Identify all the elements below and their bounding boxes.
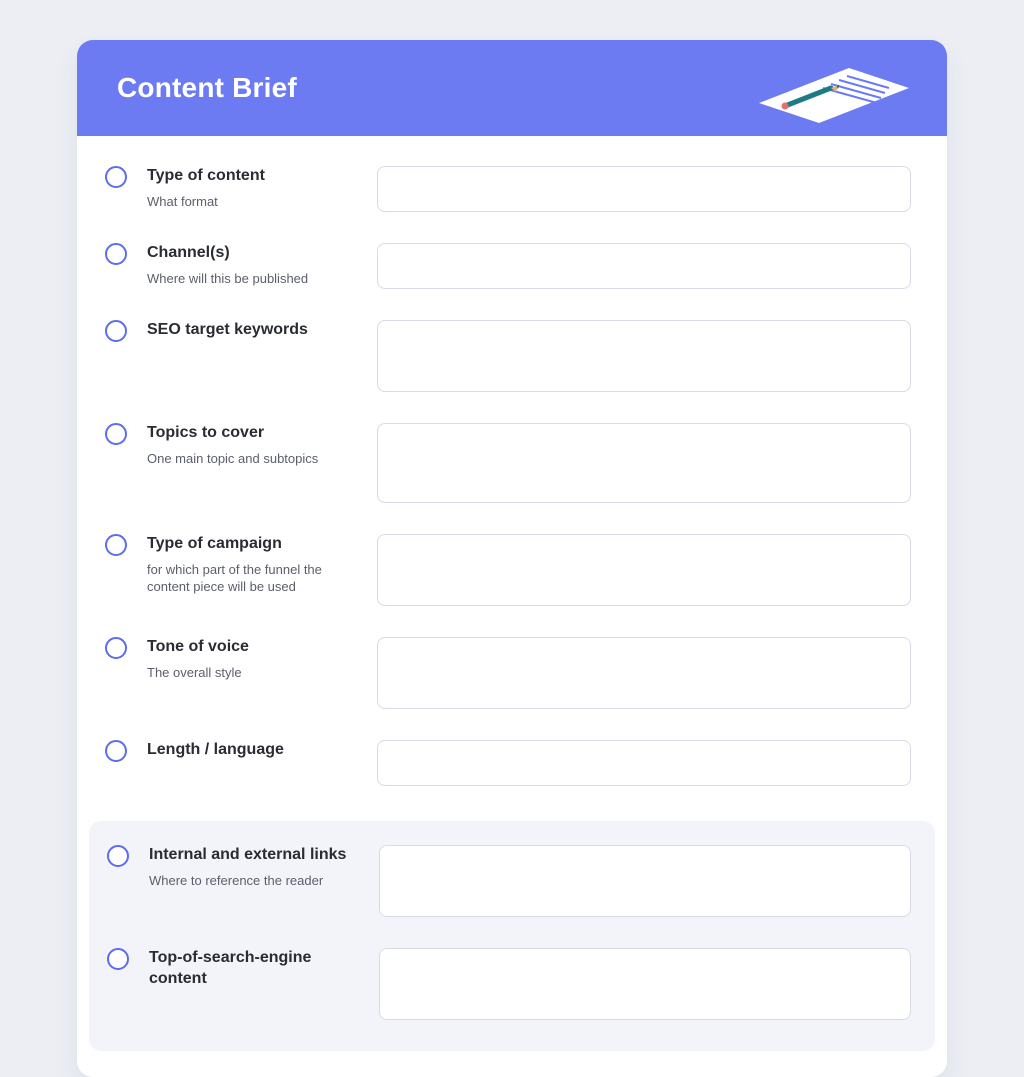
content-brief-card: Content Brief [77, 40, 947, 1077]
radio-icon[interactable] [105, 534, 127, 556]
field-sublabel: The overall style [147, 664, 357, 682]
field-label: Topics to cover [147, 423, 357, 444]
row-tone: Tone of voice The overall style [105, 637, 911, 714]
length-language-input[interactable] [377, 740, 911, 786]
row-links: Internal and external links Where to ref… [107, 845, 911, 922]
row-topics: Topics to cover One main topic and subto… [105, 423, 911, 508]
row-campaign: Type of campaign for which part of the f… [105, 534, 911, 611]
radio-icon[interactable] [107, 845, 129, 867]
field-label: Type of content [147, 166, 357, 187]
channels-input[interactable] [377, 243, 911, 289]
field-sublabel: What format [147, 193, 357, 211]
row-length-language: Length / language [105, 740, 911, 791]
field-label: Length / language [147, 740, 357, 761]
field-sublabel: One main topic and subtopics [147, 450, 357, 468]
links-input[interactable] [379, 845, 911, 917]
field-sublabel: Where will this be published [147, 270, 357, 288]
field-label: Channel(s) [147, 243, 357, 264]
campaign-input[interactable] [377, 534, 911, 606]
card-title: Content Brief [117, 72, 297, 104]
field-sublabel: for which part of the funnel the content… [147, 561, 357, 596]
row-seo-keywords: SEO target keywords [105, 320, 911, 397]
radio-icon[interactable] [105, 166, 127, 188]
field-sublabel: Where to reference the reader [149, 872, 359, 890]
type-of-content-input[interactable] [377, 166, 911, 212]
radio-icon[interactable] [107, 948, 129, 970]
radio-icon[interactable] [105, 740, 127, 762]
topics-input[interactable] [377, 423, 911, 503]
radio-icon[interactable] [105, 423, 127, 445]
field-label: Internal and external links [149, 845, 359, 866]
radio-icon[interactable] [105, 320, 127, 342]
row-top-search: Top-of-search-engine content [107, 948, 911, 1025]
secondary-section: Internal and external links Where to ref… [89, 821, 935, 1051]
row-channels: Channel(s) Where will this be published [105, 243, 911, 294]
seo-keywords-input[interactable] [377, 320, 911, 392]
tone-input[interactable] [377, 637, 911, 709]
paper-pencil-icon [739, 48, 919, 128]
field-label: Top-of-search-engine content [149, 948, 359, 990]
field-label: Type of campaign [147, 534, 357, 555]
field-label: SEO target keywords [147, 320, 357, 341]
top-search-input[interactable] [379, 948, 911, 1020]
radio-icon[interactable] [105, 637, 127, 659]
field-label: Tone of voice [147, 637, 357, 658]
primary-section: Type of content What format Channel(s) W… [77, 136, 947, 821]
card-header: Content Brief [77, 40, 947, 136]
row-type-of-content: Type of content What format [105, 166, 911, 217]
radio-icon[interactable] [105, 243, 127, 265]
